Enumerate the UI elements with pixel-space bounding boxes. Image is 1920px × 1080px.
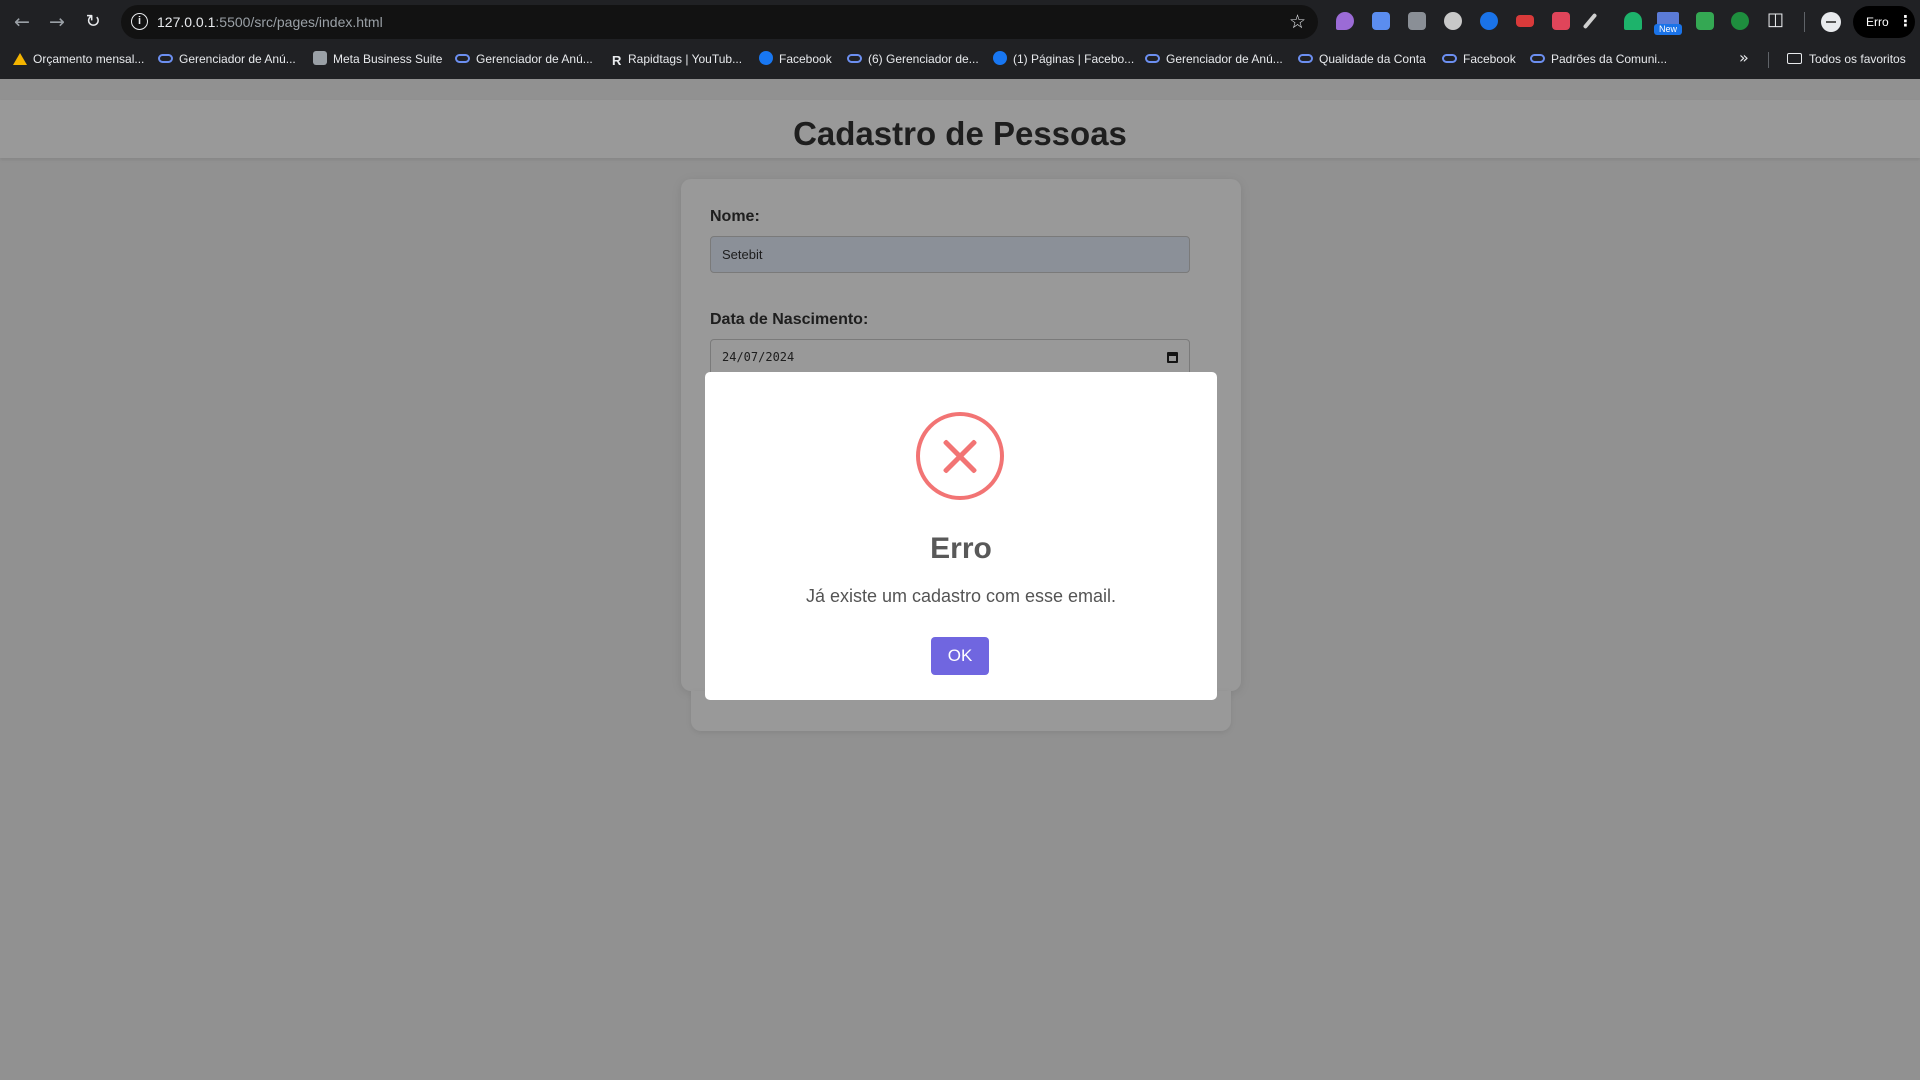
dialog-title: Erro [930,532,992,565]
forward-arrow-icon[interactable]: → [45,10,69,34]
bookmark-label: Padrões da Comuni... [1551,52,1668,66]
bookmark-label: Qualidade da Conta [1319,52,1426,66]
meta-icon [1145,54,1160,63]
bookmark-item[interactable]: Facebook [759,50,832,68]
url-host: 127.0.0.1 [157,14,216,30]
bookmark-item[interactable]: (6) Gerenciador de... [847,50,979,68]
bookmark-label: Gerenciador de Anú... [476,52,593,66]
site-info-icon[interactable]: i [131,13,148,30]
drive-icon [13,53,27,65]
meta-icon [1298,54,1313,63]
suite-icon [313,51,327,65]
facebook-icon [759,51,773,65]
address-bar[interactable]: i 127.0.0.1:5500/src/pages/index.html ☆ [121,5,1318,39]
extension-icon-8[interactable] [1624,12,1642,30]
bookmark-label: Gerenciador de Anú... [1166,52,1283,66]
bookmark-label: Orçamento mensal... [33,52,145,66]
bookmark-label: (6) Gerenciador de... [868,52,979,66]
extension-icon-6[interactable] [1516,15,1534,27]
bookmark-item[interactable]: Qualidade da Conta [1298,50,1426,68]
url-path: :5500/src/pages/index.html [215,14,383,30]
meta-icon [455,54,470,63]
bookmark-item[interactable]: Padrões da Comuni... [1530,50,1667,68]
profile-error-chip[interactable]: Erro ⋮ [1853,6,1915,38]
reload-icon[interactable]: ↻ [81,10,105,34]
extension-icon-5[interactable] [1480,12,1498,30]
bookmark-label: Facebook [779,52,832,66]
facebook-icon [993,51,1007,65]
bookmark-item[interactable]: Gerenciador de Anú... [1145,50,1283,68]
profile-avatar-icon[interactable] [1821,12,1841,32]
error-x-icon [916,412,1004,500]
bookmark-item[interactable]: (1) Páginas | Facebo... [993,50,1134,68]
bookmark-item[interactable]: R Rapidtags | YouTub... [612,50,742,68]
profile-error-label: Erro [1866,15,1889,29]
meta-icon [1442,54,1457,63]
dialog-message: Já existe um cadastro com esse email. [805,586,1117,606]
extension-icon-7[interactable] [1552,12,1570,30]
bookmarks-bar: Orçamento mensal... Gerenciador de Anú..… [0,44,1920,74]
ok-button[interactable]: OK [931,637,989,675]
browser-chrome: ← → ↻ i 127.0.0.1:5500/src/pages/index.h… [0,0,1920,79]
meta-icon [1530,54,1545,63]
eyedropper-icon[interactable] [1582,12,1598,30]
bookmark-label: Gerenciador de Anú... [179,52,296,66]
folder-icon [1787,53,1802,64]
all-bookmarks-folder[interactable]: Todos os favoritos [1787,50,1906,68]
extension-icon-9[interactable] [1696,12,1714,30]
bookmark-item[interactable]: Gerenciador de Anú... [455,50,593,68]
extension-icon-1[interactable] [1336,12,1354,30]
extensions-puzzle-icon[interactable]: ◫ [1767,9,1784,30]
bookmark-label: Meta Business Suite [333,52,443,66]
extension-icon-10[interactable] [1731,12,1749,30]
bookmark-item[interactable]: Facebook [1442,50,1516,68]
meta-icon [158,54,173,63]
bookmark-label: Facebook [1463,52,1516,66]
all-bookmarks-label: Todos os favoritos [1809,52,1906,66]
bookmark-item[interactable]: Orçamento mensal... [13,50,144,68]
meta-icon [847,54,862,63]
bookmark-label: Rapidtags | YouTub... [628,52,743,66]
extension-icon-3[interactable] [1408,12,1426,30]
r-icon: R [612,53,622,68]
chevron-double-right-icon[interactable]: » [1739,48,1749,67]
kebab-menu-icon[interactable]: ⋮ [1898,12,1913,30]
extension-icon-2[interactable] [1372,12,1390,30]
url-text[interactable]: 127.0.0.1:5500/src/pages/index.html [157,14,383,30]
bookmark-item[interactable]: Meta Business Suite [313,50,442,68]
toolbar-divider [1804,12,1805,32]
browser-toolbar: ← → ↻ i 127.0.0.1:5500/src/pages/index.h… [0,0,1920,44]
back-arrow-icon[interactable]: ← [10,10,34,34]
error-dialog: Erro Já existe um cadastro com esse emai… [705,372,1217,700]
bookmark-item[interactable]: Gerenciador de Anú... [158,50,296,68]
bookmark-label: (1) Páginas | Facebo... [1013,52,1135,66]
extension-icon-4[interactable] [1444,12,1462,30]
new-badge: New [1654,24,1682,35]
bookmarks-divider [1768,52,1769,68]
bookmark-star-icon[interactable]: ☆ [1289,11,1306,33]
